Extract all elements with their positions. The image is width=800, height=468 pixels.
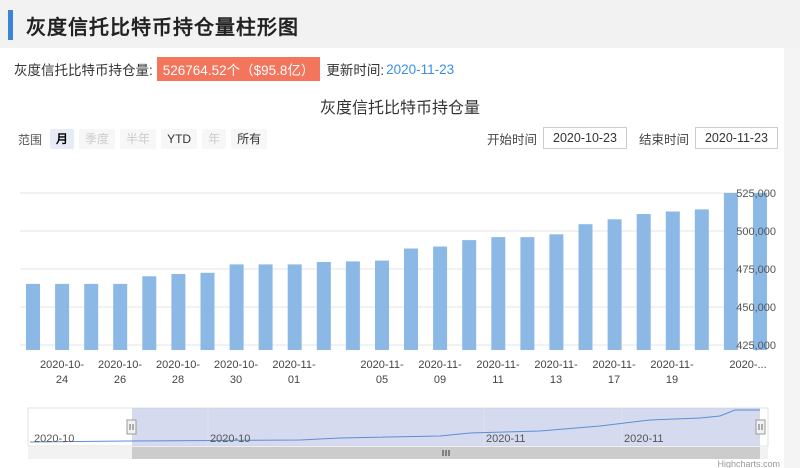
- bar-chart: 425,000 450,000 475,000 500,000 525,000 2020…: [20, 188, 780, 468]
- navigator-left-handle[interactable]: [126, 419, 137, 435]
- bar[interactable]: [375, 260, 389, 350]
- bar[interactable]: [462, 240, 477, 350]
- bar[interactable]: [287, 264, 302, 350]
- chart-grid: [20, 192, 772, 346]
- y-tick-label: 450,000: [736, 302, 776, 314]
- x-tick-label: 2020-11-01: [272, 359, 316, 386]
- bar[interactable]: [171, 274, 186, 350]
- scrollbar[interactable]: [28, 447, 768, 459]
- bar[interactable]: [200, 272, 215, 350]
- y-tick-label: 475,000: [736, 264, 776, 276]
- x-axis-ticks: 2020-10-24 2020-10-26 2020-10-28 2020-10-30…: [40, 359, 767, 386]
- x-tick-label: 2020-10-30: [214, 359, 258, 386]
- bar[interactable]: [578, 224, 593, 350]
- navigator-label: 2020-10: [34, 433, 74, 445]
- bar[interactable]: [491, 237, 506, 350]
- x-tick-label: 2020-11-05: [360, 359, 404, 386]
- x-tick-label: 2020-...: [729, 359, 766, 371]
- x-tick-label: 2020-10-24: [40, 359, 84, 386]
- y-tick-label: 425,000: [736, 340, 776, 352]
- bar[interactable]: [55, 283, 70, 350]
- y-tick-label: 525,000: [736, 188, 776, 200]
- bar[interactable]: [433, 246, 448, 351]
- bar[interactable]: [345, 261, 360, 350]
- bar[interactable]: [520, 237, 535, 350]
- bar[interactable]: [404, 248, 418, 351]
- bar[interactable]: [258, 264, 273, 350]
- navigator-right-handle[interactable]: [755, 419, 766, 435]
- bar[interactable]: [316, 262, 331, 350]
- chart-bars: [26, 193, 767, 350]
- bar[interactable]: [694, 209, 709, 350]
- bar[interactable]: [549, 234, 564, 350]
- bar[interactable]: [636, 214, 651, 350]
- bar[interactable]: [26, 283, 40, 350]
- bar[interactable]: [229, 264, 244, 350]
- navigator-label: 2020-10: [210, 433, 250, 445]
- chart-credit: Highcharts.com: [717, 459, 780, 468]
- navigator-label: 2020-11: [486, 433, 526, 445]
- navigator-label: 2020-11: [624, 433, 664, 445]
- x-tick-label: 2020-11-17: [592, 359, 636, 386]
- bar[interactable]: [84, 283, 99, 350]
- x-tick-label: 2020-10-26: [98, 359, 142, 386]
- bar[interactable]: [142, 276, 157, 350]
- x-tick-label: 2020-11-11: [476, 359, 520, 386]
- navigator[interactable]: 2020-10 2020-10 2020-11 2020-11: [27, 407, 769, 447]
- y-tick-label: 500,000: [736, 226, 776, 238]
- x-tick-label: 2020-11-19: [650, 359, 694, 386]
- bar[interactable]: [607, 219, 622, 350]
- bar[interactable]: [665, 211, 680, 351]
- bar[interactable]: [113, 283, 128, 350]
- x-tick-label: 2020-11-13: [534, 359, 578, 386]
- x-tick-label: 2020-10-28: [156, 359, 200, 386]
- x-tick-label: 2020-11-09: [418, 359, 462, 386]
